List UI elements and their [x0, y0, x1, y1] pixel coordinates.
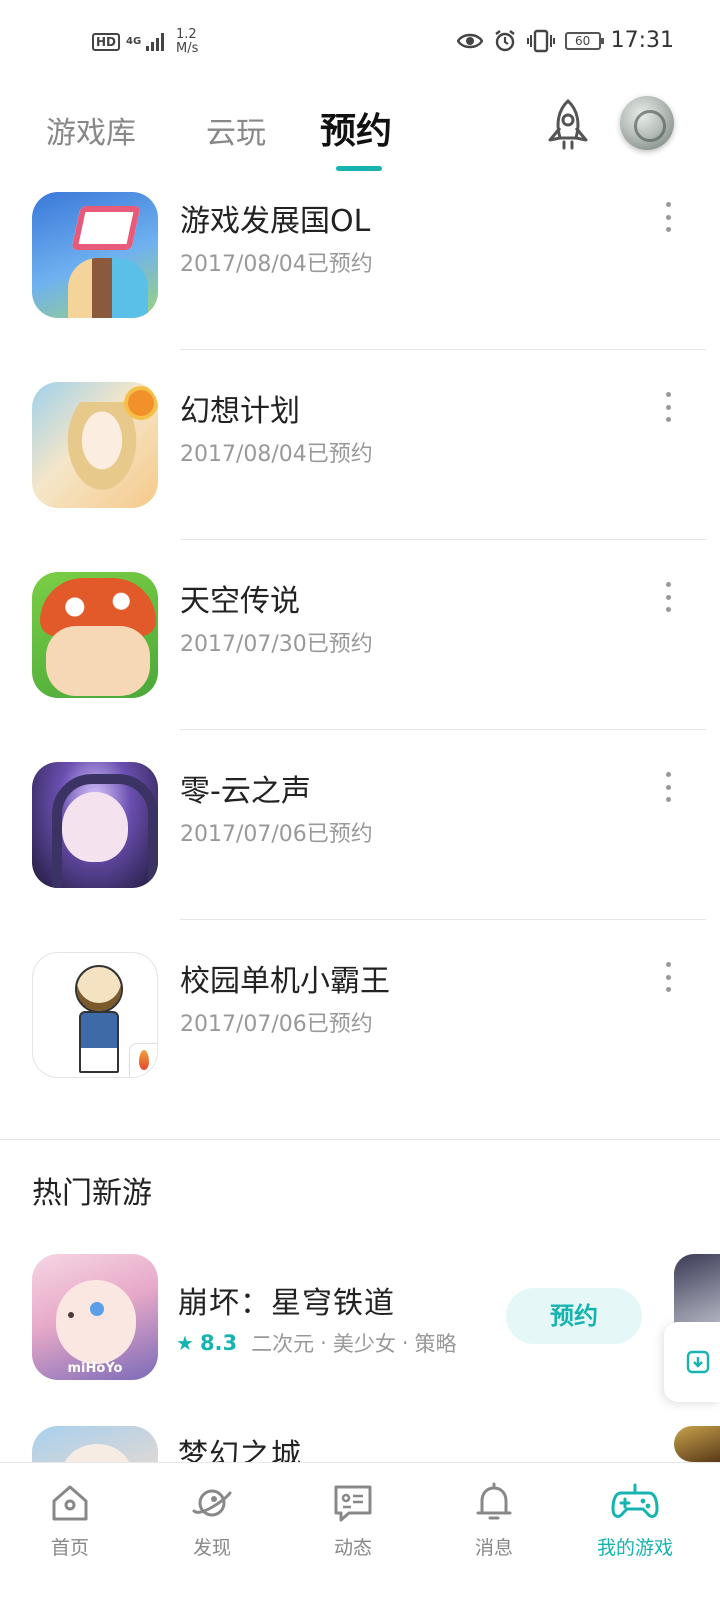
nav-discover[interactable]: 发现: [162, 1481, 262, 1560]
publisher-logo: miHoYo: [67, 1361, 123, 1376]
tab-active-indicator: [336, 166, 382, 171]
game-icon[interactable]: [32, 952, 158, 1078]
planet-icon: [192, 1489, 232, 1517]
list-item[interactable]: 游戏发展国OL 2017/08/04已预约: [0, 182, 720, 372]
game-name: 崩坏：星穹铁道: [178, 1286, 395, 1321]
nav-messages[interactable]: 消息: [444, 1481, 544, 1560]
divider: [180, 539, 706, 540]
tag: 策略: [414, 1332, 457, 1356]
nav-home[interactable]: 首页: [20, 1481, 120, 1560]
signal-icon: [146, 33, 165, 51]
download-icon: [686, 1350, 710, 1374]
more-options-icon[interactable]: [656, 582, 680, 612]
reserve-date: 2017/07/06已预约: [180, 822, 373, 847]
list-item[interactable]: 校园单机小霸王 2017/07/06已预约: [0, 942, 720, 1132]
rating: 8.3: [199, 1331, 238, 1355]
nav-label: 消息: [474, 1537, 513, 1559]
section-divider: [0, 1139, 720, 1140]
reserved-games-list: 游戏发展国OL 2017/08/04已预约 幻想计划 2017/08/04已预约…: [0, 182, 720, 1132]
more-options-icon[interactable]: [656, 392, 680, 422]
status-right: 60 17:31: [456, 28, 674, 53]
tab-game-library[interactable]: 游戏库: [46, 108, 136, 152]
tag: 二次元: [251, 1332, 315, 1356]
nav-label: 我的游戏: [596, 1537, 673, 1559]
game-meta: ★ 8.3 二次元 · 美少女 · 策略: [176, 1328, 457, 1358]
top-tab-bar: 游戏库 云玩 预约: [0, 86, 720, 182]
nav-my-games[interactable]: 我的游戏: [585, 1481, 685, 1560]
divider: [180, 729, 706, 730]
avatar[interactable]: [620, 96, 674, 150]
network-type: 4G: [126, 36, 142, 47]
more-options-icon[interactable]: [656, 202, 680, 232]
home-icon: [52, 1485, 88, 1521]
hd-indicator: HD: [92, 33, 121, 51]
game-icon[interactable]: [32, 382, 158, 508]
game-icon[interactable]: miHoYo: [32, 1254, 158, 1380]
game-name: 零-云之声: [180, 774, 311, 809]
reserve-date: 2017/08/04已预约: [180, 252, 373, 277]
game-icon[interactable]: [32, 572, 158, 698]
chat-icon: [334, 1485, 372, 1522]
divider: [180, 919, 706, 920]
reserve-date: 2017/08/04已预约: [180, 442, 373, 467]
floating-download-button[interactable]: [664, 1322, 720, 1402]
rocket-icon[interactable]: [542, 98, 594, 154]
tab-cloud-play[interactable]: 云玩: [206, 108, 266, 152]
game-name: 游戏发展国OL: [180, 204, 371, 239]
vibrate-icon: [526, 29, 555, 52]
status-left: HD 4G 1.2 M/s: [92, 28, 198, 56]
game-icon[interactable]: [32, 192, 158, 318]
bottom-nav: 首页 发现 动态 消息 我的游戏: [0, 1462, 720, 1600]
nav-label: 动态: [333, 1537, 372, 1559]
alarm-icon: [494, 29, 515, 51]
divider: [180, 349, 706, 350]
tag: 美少女: [332, 1332, 396, 1356]
more-options-icon[interactable]: [656, 772, 680, 802]
nav-label: 发现: [192, 1537, 231, 1559]
game-name: 幻想计划: [180, 394, 300, 429]
more-options-icon[interactable]: [656, 962, 680, 992]
next-card-preview[interactable]: [674, 1426, 720, 1462]
eye-icon: [456, 33, 483, 48]
battery-icon: 60: [564, 31, 604, 50]
list-item[interactable]: 零-云之声 2017/07/06已预约: [0, 752, 720, 942]
status-bar: HD 4G 1.2 M/s 60 17:31: [0, 0, 720, 86]
speed-value: 1.2: [176, 27, 197, 42]
gamepad-icon: [611, 1483, 659, 1518]
reserve-date: 2017/07/06已预约: [180, 1012, 373, 1037]
tab-reservations[interactable]: 预约: [320, 102, 392, 154]
reserve-date: 2017/07/30已预约: [180, 632, 373, 657]
network-speed: 1.2 M/s: [176, 28, 198, 56]
hot-game-item[interactable]: miHoYo 崩坏：星穹铁道 ★ 8.3 二次元 · 美少女 · 策略 预约: [0, 1254, 720, 1414]
nav-feed[interactable]: 动态: [303, 1481, 403, 1560]
flame-icon: [129, 1043, 157, 1077]
tag-separator: ·: [320, 1331, 327, 1355]
game-icon[interactable]: [32, 762, 158, 888]
bell-icon: [476, 1482, 512, 1520]
game-name: 校园单机小霸王: [180, 964, 390, 999]
list-item[interactable]: 幻想计划 2017/08/04已预约: [0, 372, 720, 562]
game-name: 天空传说: [180, 584, 300, 619]
list-item[interactable]: 天空传说 2017/07/30已预约: [0, 562, 720, 752]
star-icon: ★: [176, 1331, 194, 1355]
speed-unit: M/s: [176, 41, 199, 56]
nav-label: 首页: [50, 1537, 89, 1559]
section-title: 热门新游: [32, 1176, 152, 1211]
tag-separator: ·: [401, 1331, 409, 1355]
reserve-button[interactable]: 预约: [506, 1288, 642, 1344]
status-time: 17:31: [610, 28, 674, 53]
